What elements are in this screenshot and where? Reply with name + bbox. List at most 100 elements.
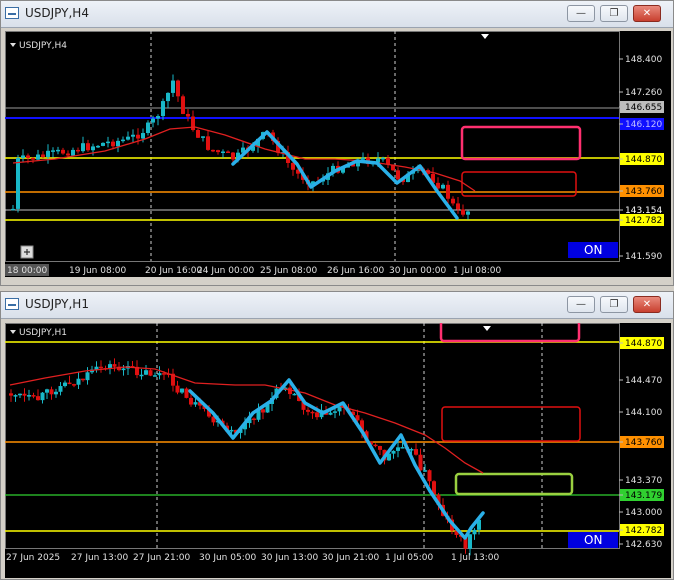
on-button-label[interactable]: ON: [584, 533, 602, 547]
candle-body: [466, 211, 470, 215]
candle-body: [176, 80, 180, 97]
candle-body: [156, 116, 160, 119]
candle-body: [108, 364, 112, 369]
candle-body: [106, 141, 110, 144]
close-button[interactable]: ✕: [633, 5, 661, 22]
candle-body: [153, 375, 157, 377]
candle-body: [386, 157, 390, 165]
candle-body: [252, 418, 256, 421]
candle-body: [409, 449, 414, 451]
price-axis-label: 146.120: [625, 120, 662, 130]
candle-body: [396, 447, 400, 451]
time-axis-label: 30 Jun 05:00: [199, 553, 256, 563]
candle-body: [61, 149, 65, 154]
candle-body: [189, 397, 193, 405]
candle-body: [171, 80, 175, 93]
time-axis-label: 26 Jun 16:00: [327, 266, 384, 276]
chart-window-h4[interactable]: USDJPY,H4 — ❐ ✕ USDJPY,H4 148.400 147.260 1…: [0, 0, 674, 286]
candle-body: [193, 402, 198, 405]
candle-body: [21, 155, 25, 158]
candle-body: [231, 152, 235, 160]
price-chart-h1[interactable]: USDJPY,H1 144.870 144.470 144.100 143.760 143…: [5, 323, 671, 578]
chart-window-h1[interactable]: USDJPY,H1 — ❐ ✕ USDJPY,H1 144.870 144.470 1…: [0, 291, 674, 580]
title-bar-h4[interactable]: USDJPY,H4 — ❐ ✕: [1, 1, 673, 28]
dropdown-triangle-icon: [10, 43, 16, 47]
candle-body: [151, 118, 155, 123]
time-axis-label: 1 Jul 05:00: [385, 553, 434, 563]
price-axis-label: 144.870: [625, 339, 662, 349]
candle-body: [26, 155, 30, 158]
time-axis-label: 27 Jun 13:00: [71, 553, 128, 563]
price-chart-h4[interactable]: USDJPY,H4 148.400 147.260 146.655 146.120 144…: [5, 31, 671, 277]
price-axis-label: 144.470: [625, 376, 662, 386]
candle-body: [161, 101, 165, 117]
candle-body: [472, 529, 477, 535]
on-button-label[interactable]: ON: [584, 243, 602, 257]
candle-body: [126, 136, 130, 140]
candle-body: [81, 143, 85, 152]
price-axis-label: 143.370: [625, 476, 662, 486]
close-button[interactable]: ✕: [633, 296, 661, 313]
price-axis-label: 143.000: [625, 508, 662, 518]
candle-body: [49, 389, 54, 395]
candle-body: [22, 393, 27, 396]
time-axis-label: 20 Jun 16:00: [145, 266, 202, 276]
candle-body: [451, 198, 455, 204]
candle-body: [67, 382, 72, 385]
candle-body: [18, 393, 22, 396]
candle-body: [116, 140, 120, 147]
chart-canvas-h4[interactable]: USDJPY,H4 148.400 147.260 146.655 146.120 144…: [5, 31, 671, 277]
window-title: USDJPY,H4: [25, 6, 89, 20]
on-button[interactable]: ON: [568, 532, 618, 548]
candle-body: [9, 393, 13, 396]
restore-button[interactable]: ❐: [600, 296, 628, 313]
candle-body: [206, 136, 210, 150]
candle-body: [333, 411, 337, 413]
candle-body: [121, 368, 126, 371]
candle-body: [162, 373, 166, 375]
candle-body: [46, 150, 50, 157]
candle-body: [315, 412, 319, 418]
candle-body: [148, 370, 153, 376]
price-axis-label: 143.179: [625, 491, 662, 501]
chart-shift-marker-icon: [481, 34, 489, 39]
candle-body: [63, 382, 67, 387]
candle-body: [121, 139, 125, 142]
minimize-button[interactable]: —: [567, 5, 595, 22]
candle-body: [101, 142, 105, 146]
price-axis-label: 142.630: [625, 540, 662, 550]
candle-body: [229, 429, 234, 432]
symbol-label: USDJPY,H1: [19, 328, 67, 338]
candle-body: [51, 150, 55, 152]
candle-body: [396, 170, 400, 180]
candle-body: [418, 454, 423, 471]
price-axis-label: 147.260: [625, 88, 662, 98]
candle-body: [31, 395, 36, 397]
chart-shift-marker-icon: [483, 326, 491, 331]
moving-average-line: [12, 126, 476, 192]
candle-body: [184, 388, 189, 398]
candle-body: [216, 150, 220, 153]
candle-body: [186, 113, 190, 117]
title-bar-h1[interactable]: USDJPY,H1 — ❐ ✕: [1, 292, 673, 319]
on-button[interactable]: ON: [568, 242, 618, 258]
price-axis-label: 146.655: [625, 103, 662, 113]
minimize-button[interactable]: —: [567, 296, 595, 313]
candle-body: [378, 446, 382, 450]
restore-button[interactable]: ❐: [600, 5, 628, 22]
price-axis-label: 143.760: [625, 438, 662, 448]
candle-body: [111, 141, 115, 147]
price-axis-label: 148.400: [625, 55, 662, 65]
price-axis-label: 144.100: [625, 408, 662, 418]
candle-body: [373, 444, 378, 447]
candle-body: [56, 149, 60, 152]
candle-body: [36, 396, 40, 401]
candle-body: [41, 154, 45, 157]
candle-body: [226, 151, 230, 154]
candle-body: [81, 378, 85, 381]
candle-body: [446, 184, 450, 199]
candle-body: [201, 136, 205, 138]
candle-body: [427, 470, 432, 482]
candle-body: [191, 116, 195, 131]
chart-canvas-h1[interactable]: USDJPY,H1 144.870 144.470 144.100 143.760 143…: [5, 323, 671, 578]
